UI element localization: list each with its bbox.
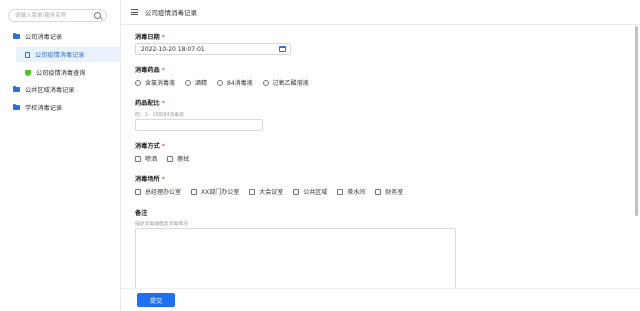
remark-hint: 描述消毒顺面及消毒情况 (135, 222, 188, 227)
search-input[interactable] (15, 12, 93, 20)
search-icon[interactable] (94, 12, 101, 19)
footer-bar (121, 288, 640, 311)
checkbox-icon[interactable] (375, 188, 382, 195)
menu-search[interactable] (8, 9, 107, 22)
checkbox-option[interactable]: 喷洒 (135, 154, 157, 163)
document-icon (25, 51, 30, 58)
date-picker[interactable]: 2022-10-20 18:07:01 (135, 43, 291, 55)
remark-textarea[interactable] (135, 228, 456, 292)
radio-icon[interactable] (262, 79, 269, 86)
checkbox-icon[interactable] (191, 188, 198, 195)
scrollbar[interactable] (635, 26, 638, 216)
remark-label: 备注 (135, 210, 148, 217)
sidebar-item-label: 公司疫情消毒查询 (36, 70, 86, 77)
sidebar-group-label: 学校消毒记录 (25, 105, 63, 112)
radio-option[interactable]: 酒精 (185, 78, 207, 87)
date-label: 消毒日期 * (135, 34, 165, 41)
checkbox-icon[interactable] (337, 188, 344, 195)
checkbox-icon[interactable] (249, 188, 256, 195)
folder-icon (13, 104, 20, 110)
ratio-hint: 例：1：10的84消毒液 (135, 113, 184, 118)
date-value: 2022-10-20 18:07:01 (141, 46, 205, 53)
checkbox-option[interactable]: 财务室 (375, 187, 403, 196)
checkbox-icon[interactable] (167, 155, 174, 162)
submit-button[interactable]: 提交 (137, 293, 175, 307)
folder-icon (13, 33, 20, 39)
radio-icon[interactable] (217, 79, 224, 86)
method-checkbox-group: 喷洒 擦拭 (135, 154, 199, 163)
sidebar-group-label: 公司消毒记录 (25, 34, 63, 41)
radio-icon[interactable] (135, 79, 141, 86)
medicine-radio-group: 含氯消毒液 酒精 84消毒液 过氧乙酸溶液 (135, 78, 319, 87)
sidebar-group-school[interactable]: 学校消毒记录 (0, 100, 120, 115)
sidebar-item-company-record[interactable]: 公司疫情消毒记录 (16, 47, 120, 62)
place-checkbox-group: 总经理办公室 XX部门办公室 大会议室 公共区域 茶水间 财务室 (135, 187, 413, 196)
sidebar-group-public[interactable]: 公共区域消毒记录 (0, 82, 120, 97)
checkbox-icon[interactable] (135, 188, 141, 195)
header-bar: 公司疫情消毒记录 (121, 0, 640, 25)
checkbox-icon[interactable] (135, 155, 141, 162)
page-title: 公司疫情消毒记录 (145, 9, 197, 17)
shield-icon (25, 69, 31, 76)
sidebar-group-company[interactable]: 公司消毒记录 (0, 29, 120, 44)
folder-icon (13, 86, 20, 92)
radio-option[interactable]: 84消毒液 (217, 78, 253, 87)
sidebar-item-label: 公司疫情消毒记录 (35, 52, 85, 59)
checkbox-option[interactable]: XX部门办公室 (191, 187, 239, 196)
checkbox-option[interactable]: 大会议室 (249, 187, 283, 196)
checkbox-icon[interactable] (293, 188, 300, 195)
method-label: 消毒方式 * (135, 143, 165, 150)
checkbox-option[interactable]: 公共区域 (293, 187, 327, 196)
checkbox-option[interactable]: 总经理办公室 (135, 187, 181, 196)
sidebar-group-label: 公共区域消毒记录 (25, 87, 75, 94)
calendar-icon[interactable] (279, 46, 286, 52)
checkbox-option[interactable]: 擦拭 (167, 154, 189, 163)
ratio-label: 药品配比 * (135, 100, 165, 107)
sidebar: 公司消毒记录 公司疫情消毒记录 公司疫情消毒查询 公共区域消毒记录 学校消毒记录 (0, 0, 121, 311)
place-label: 消毒场所 * (135, 176, 165, 183)
radio-option[interactable]: 含氯消毒液 (135, 78, 175, 87)
menu-icon[interactable] (131, 9, 138, 15)
radio-option[interactable]: 过氧乙酸溶液 (262, 78, 309, 87)
sidebar-item-company-query[interactable]: 公司疫情消毒查询 (16, 65, 120, 80)
radio-icon[interactable] (185, 79, 192, 86)
checkbox-option[interactable]: 茶水间 (337, 187, 365, 196)
ratio-input[interactable] (135, 119, 263, 131)
medicine-label: 消毒药品 * (135, 67, 165, 74)
